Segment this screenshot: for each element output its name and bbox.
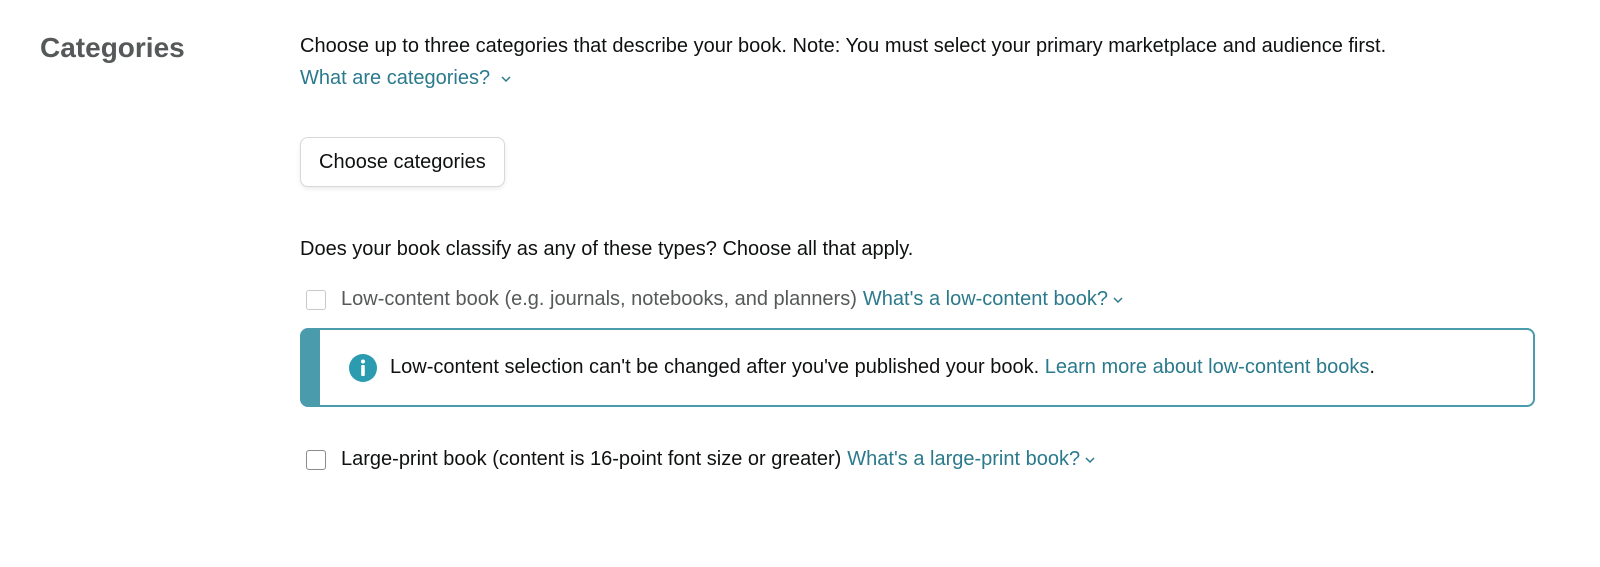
large-print-option: Large-print book (content is 16-point fo… [300, 448, 1096, 471]
alert-message: Low-content selection can't be changed a… [390, 356, 1375, 379]
alert-text: Low-content selection can't be changed a… [390, 356, 1040, 378]
low-content-info-alert: Low-content selection can't be changed a… [300, 328, 1535, 407]
book-types-question: Does your book classify as any of these … [300, 238, 914, 260]
large-print-checkbox[interactable] [306, 449, 326, 470]
categories-description: Choose up to three categories that descr… [300, 35, 1387, 57]
info-icon [349, 353, 377, 382]
whats-low-content-link[interactable]: What's a low-content book? [863, 288, 1108, 311]
choose-categories-button[interactable]: Choose categories [300, 137, 505, 187]
what-are-categories-link[interactable]: What are categories? [300, 62, 1570, 94]
alert-suffix: . [1369, 356, 1375, 378]
chevron-down-icon[interactable] [1112, 294, 1124, 306]
what-are-categories-link-text[interactable]: What are categories? [300, 67, 490, 89]
low-content-checkbox[interactable] [306, 289, 326, 310]
large-print-label: Large-print book (content is 16-point fo… [341, 448, 842, 470]
low-content-option: Low-content book (e.g. journals, noteboo… [300, 288, 1124, 311]
categories-content: Choose up to three categories that descr… [300, 30, 1570, 470]
chevron-down-icon[interactable] [500, 73, 512, 85]
chevron-down-icon[interactable] [1084, 454, 1096, 466]
low-content-label: Low-content book (e.g. journals, noteboo… [341, 288, 857, 310]
learn-more-low-content-link[interactable]: Learn more about low-content books [1045, 356, 1370, 378]
section-title: Categories [40, 32, 185, 63]
categories-intro: Choose up to three categories that descr… [300, 30, 1570, 94]
whats-large-print-link[interactable]: What's a large-print book? [847, 448, 1080, 471]
